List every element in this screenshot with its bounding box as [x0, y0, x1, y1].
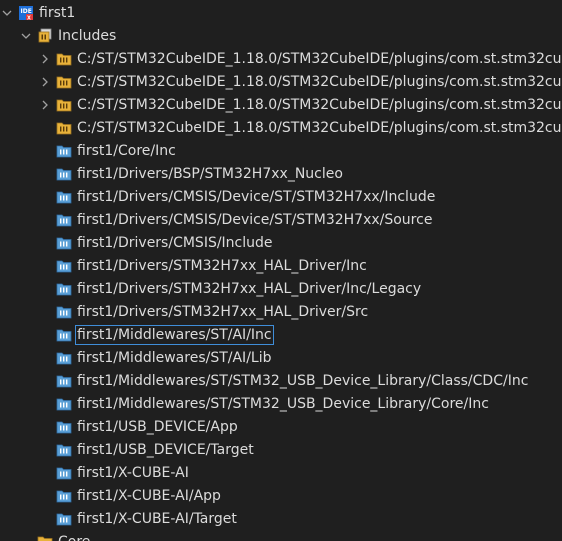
chevron-right-icon[interactable] — [40, 99, 50, 111]
include-path-row[interactable]: first1/Drivers/STM32H7xx_HAL_Driver/Inc — [0, 255, 562, 278]
workspace-include-folder-icon — [56, 235, 72, 251]
includes-folder-icon — [37, 28, 53, 44]
include-path-label[interactable]: C:/ST/STM32CubeIDE_1.18.0/STM32CubeIDE/p… — [75, 49, 562, 69]
workspace-include-folder-icon — [56, 212, 72, 228]
chevron-down-icon[interactable] — [21, 30, 31, 42]
include-path-label[interactable]: first1/Drivers/STM32H7xx_HAL_Driver/Inc — [75, 256, 369, 276]
include-path-label[interactable]: first1/X-CUBE-AI/App — [75, 486, 223, 506]
svg-text:X: X — [27, 15, 31, 21]
include-path-label[interactable]: C:/ST/STM32CubeIDE_1.18.0/STM32CubeIDE/p… — [75, 118, 562, 138]
include-path-label[interactable]: C:/ST/STM32CubeIDE_1.18.0/STM32CubeIDE/p… — [75, 95, 562, 115]
core-folder-row[interactable]: Core — [0, 531, 562, 541]
include-path-label[interactable]: first1/USB_DEVICE/Target — [75, 440, 256, 460]
workspace-include-folder-icon — [56, 488, 72, 504]
workspace-include-folder-icon — [56, 143, 72, 159]
includes-row[interactable]: Includes — [0, 25, 562, 48]
include-path-label[interactable]: first1/X-CUBE-AI — [75, 463, 191, 483]
source-folder-icon — [37, 534, 53, 541]
workspace-include-folder-icon — [56, 281, 72, 297]
workspace-include-folder-icon — [56, 511, 72, 527]
chevron-right-icon[interactable] — [40, 53, 50, 65]
include-path-label[interactable]: first1/Drivers/STM32H7xx_HAL_Driver/Inc/… — [75, 279, 423, 299]
svg-text:IDE: IDE — [21, 8, 32, 15]
include-path-row[interactable]: first1/Core/Inc — [0, 140, 562, 163]
workspace-include-folder-icon — [56, 350, 72, 366]
project-row[interactable]: IDE X first1 — [0, 2, 562, 25]
project-explorer-tree: IDE X first1 Includes C:/ST/STM32CubeIDE… — [0, 0, 562, 541]
include-path-row[interactable]: first1/Middlewares/ST/STM32_USB_Device_L… — [0, 393, 562, 416]
include-path-label[interactable]: first1/Drivers/STM32H7xx_HAL_Driver/Src — [75, 302, 370, 322]
ide-project-icon: IDE X — [18, 5, 34, 21]
include-path-label[interactable]: first1/USB_DEVICE/App — [75, 417, 240, 437]
workspace-include-folder-icon — [56, 373, 72, 389]
include-path-row[interactable]: C:/ST/STM32CubeIDE_1.18.0/STM32CubeIDE/p… — [0, 71, 562, 94]
workspace-include-folder-icon — [56, 166, 72, 182]
includes-label[interactable]: Includes — [56, 26, 118, 46]
include-path-label[interactable]: first1/Middlewares/ST/STM32_USB_Device_L… — [75, 394, 491, 414]
include-path-row[interactable]: first1/Drivers/CMSIS/Device/ST/STM32H7xx… — [0, 209, 562, 232]
include-path-label[interactable]: first1/Drivers/CMSIS/Device/ST/STM32H7xx… — [75, 187, 437, 207]
workspace-include-folder-icon — [56, 465, 72, 481]
include-path-row[interactable]: first1/Drivers/CMSIS/Device/ST/STM32H7xx… — [0, 186, 562, 209]
include-path-label[interactable]: first1/X-CUBE-AI/Target — [75, 509, 239, 529]
include-path-label[interactable]: first1/Drivers/CMSIS/Include — [75, 233, 275, 253]
external-include-folder-icon — [56, 120, 72, 136]
include-path-label[interactable]: first1/Middlewares/ST/AI/Lib — [75, 348, 273, 368]
include-path-row[interactable]: first1/X-CUBE-AI/Target — [0, 508, 562, 531]
workspace-include-folder-icon — [56, 396, 72, 412]
include-path-row[interactable]: first1/Middlewares/ST/AI/Lib — [0, 347, 562, 370]
include-path-label[interactable]: first1/Core/Inc — [75, 141, 178, 161]
workspace-include-folder-icon — [56, 442, 72, 458]
core-folder-label[interactable]: Core — [56, 532, 92, 541]
include-path-row[interactable]: C:/ST/STM32CubeIDE_1.18.0/STM32CubeIDE/p… — [0, 48, 562, 71]
chevron-down-icon[interactable] — [2, 7, 12, 19]
include-path-label[interactable]: first1/Drivers/BSP/STM32H7xx_Nucleo — [75, 164, 345, 184]
include-path-label[interactable]: first1/Middlewares/ST/STM32_USB_Device_L… — [75, 371, 530, 391]
include-path-label[interactable]: first1/Middlewares/ST/AI/Inc — [75, 325, 274, 345]
include-path-row[interactable]: first1/Middlewares/ST/AI/Inc — [0, 324, 562, 347]
include-path-row[interactable]: first1/Middlewares/ST/STM32_USB_Device_L… — [0, 370, 562, 393]
workspace-include-folder-icon — [56, 419, 72, 435]
workspace-include-folder-icon — [56, 327, 72, 343]
external-include-folder-icon — [56, 74, 72, 90]
project-name[interactable]: first1 — [37, 3, 77, 23]
include-path-row[interactable]: first1/X-CUBE-AI — [0, 462, 562, 485]
external-include-folder-icon — [56, 51, 72, 67]
workspace-include-folder-icon — [56, 258, 72, 274]
include-path-row[interactable]: first1/Drivers/BSP/STM32H7xx_Nucleo — [0, 163, 562, 186]
include-path-row[interactable]: first1/USB_DEVICE/App — [0, 416, 562, 439]
include-path-row[interactable]: first1/Drivers/STM32H7xx_HAL_Driver/Inc/… — [0, 278, 562, 301]
include-path-label[interactable]: C:/ST/STM32CubeIDE_1.18.0/STM32CubeIDE/p… — [75, 72, 562, 92]
include-path-row[interactable]: first1/X-CUBE-AI/App — [0, 485, 562, 508]
workspace-include-folder-icon — [56, 189, 72, 205]
include-path-row[interactable]: first1/Drivers/CMSIS/Include — [0, 232, 562, 255]
include-path-row[interactable]: C:/ST/STM32CubeIDE_1.18.0/STM32CubeIDE/p… — [0, 117, 562, 140]
include-path-row[interactable]: first1/USB_DEVICE/Target — [0, 439, 562, 462]
external-include-folder-icon — [56, 97, 72, 113]
chevron-right-icon[interactable] — [40, 76, 50, 88]
include-path-label[interactable]: first1/Drivers/CMSIS/Device/ST/STM32H7xx… — [75, 210, 434, 230]
include-path-row[interactable]: C:/ST/STM32CubeIDE_1.18.0/STM32CubeIDE/p… — [0, 94, 562, 117]
workspace-include-folder-icon — [56, 304, 72, 320]
include-path-row[interactable]: first1/Drivers/STM32H7xx_HAL_Driver/Src — [0, 301, 562, 324]
